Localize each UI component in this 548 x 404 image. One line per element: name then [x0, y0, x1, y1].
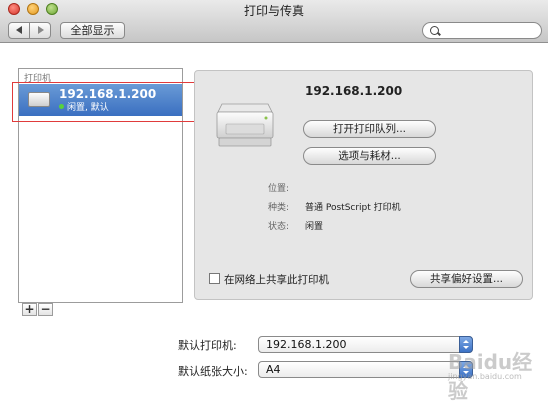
back-button[interactable] [8, 22, 30, 39]
watermark-url: jingyan.baidu.com [448, 372, 522, 381]
detail-printer-name: 192.168.1.200 [305, 84, 403, 98]
printer-image [216, 103, 274, 147]
add-printer-button[interactable]: + [22, 303, 37, 316]
search-icon-handle [437, 31, 441, 36]
default-printer-value: 192.168.1.200 [266, 338, 347, 351]
options-supplies-button[interactable]: 选项与耗材... [303, 147, 436, 165]
status-label: 状态: [268, 222, 290, 232]
default-paper-value: A4 [266, 363, 281, 376]
share-printer-checkbox[interactable] [209, 273, 220, 284]
remove-printer-button[interactable]: − [38, 303, 53, 316]
back-arrow-icon [16, 26, 22, 34]
forward-arrow-icon [38, 26, 44, 34]
share-printer-label[interactable]: 在网络上共享此打印机 [224, 272, 329, 287]
search-input[interactable] [422, 22, 542, 39]
kind-label: 种类: [268, 203, 290, 213]
show-all-button[interactable]: 全部显示 [60, 22, 125, 39]
status-value: 闲置 [305, 222, 324, 232]
annotation-highlight-box [12, 82, 195, 122]
default-printer-label: 默认打印机: [178, 339, 237, 352]
forward-button[interactable] [29, 22, 51, 39]
default-paper-select[interactable]: A4 [258, 361, 473, 378]
location-label: 位置: [268, 184, 290, 194]
kind-value: 普通 PostScript 打印机 [305, 203, 401, 213]
default-paper-label: 默认纸张大小: [178, 365, 248, 378]
default-printer-select[interactable]: 192.168.1.200 [258, 336, 473, 353]
open-print-queue-button[interactable]: 打开打印队列... [303, 120, 436, 138]
window-title: 打印与传真 [243, 4, 304, 18]
sharing-preferences-button[interactable]: 共享偏好设置... [410, 270, 523, 288]
